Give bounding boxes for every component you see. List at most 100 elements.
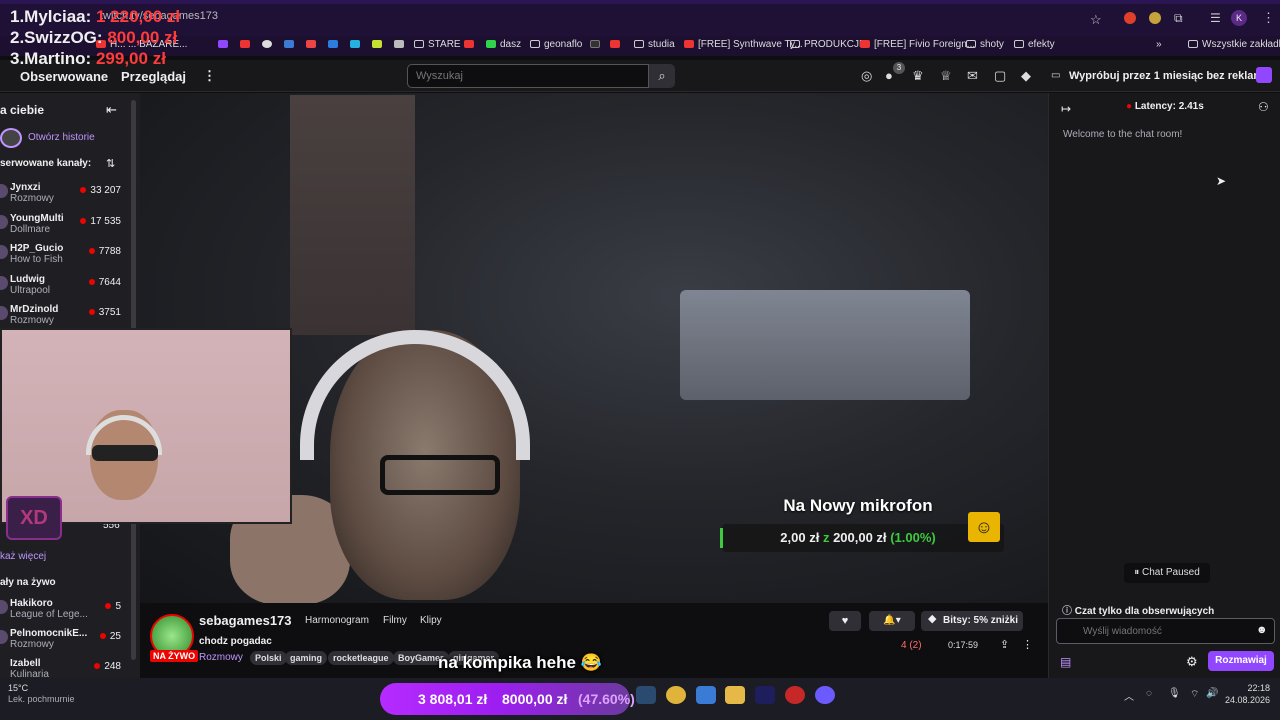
share-icon[interactable]: ⇪ <box>1000 638 1009 651</box>
sidebar-channel[interactable]: Jynxzi Rozmowy 33 207 <box>0 182 135 204</box>
monitor-icon[interactable]: ▭ <box>1051 70 1060 81</box>
search-icon[interactable]: ⌕ <box>649 64 675 88</box>
send-button[interactable]: Rozmawiaj <box>1208 651 1274 671</box>
bookmark-icon[interactable] <box>590 39 604 50</box>
sidebar-channel[interactable]: Izabell Kulinaria 248 <box>10 658 135 678</box>
bookmark-icon[interactable] <box>464 39 478 50</box>
viewer-count: 7644 <box>89 277 121 288</box>
bookmark-folder[interactable]: efekty <box>1014 39 1055 50</box>
stories-avatar[interactable] <box>0 128 22 148</box>
kebab-menu-icon[interactable]: ⋮ <box>1262 10 1275 26</box>
donation-tally-overlay: 3 808,01 zł 8000,00 zł (47.60%) <box>380 683 635 715</box>
search-input[interactable] <box>407 64 649 88</box>
bookmark-icon[interactable] <box>610 39 624 50</box>
extension-icon[interactable] <box>1149 12 1161 24</box>
menu-icon[interactable]: ☰ <box>1210 11 1221 25</box>
sidebar-channel[interactable]: MrDzinold Rozmowy 3751 <box>0 304 135 326</box>
sidebar-channel[interactable]: H2P_Gucio How to Fish 7788 <box>0 243 135 265</box>
all-bookmarks-folder[interactable]: Wszystkie zakładki <box>1188 39 1280 50</box>
prime-trial-button[interactable]: Wypróbuj przez 1 miesiąc bez reklam <box>1069 70 1263 82</box>
bookmark-icon[interactable] <box>350 39 364 50</box>
bookmark-icon[interactable] <box>394 39 408 50</box>
bookmark-icon[interactable] <box>262 39 276 50</box>
microphone-icon[interactable]: 🎙 <box>1168 688 1181 699</box>
app-icon[interactable] <box>785 686 805 704</box>
tab-schedule[interactable]: Harmonogram <box>305 615 369 626</box>
chat-input[interactable] <box>1056 618 1275 644</box>
sort-icon[interactable]: ⇅ <box>106 157 115 170</box>
chevron-right-icon[interactable]: » <box>1156 39 1162 50</box>
premiere-icon[interactable] <box>755 686 775 704</box>
tray-chevron-icon[interactable]: ︿ <box>1124 688 1134 703</box>
bookmark-icon[interactable] <box>284 39 298 50</box>
tag[interactable]: gaming <box>285 651 328 665</box>
tally-percent: (47.60%) <box>578 691 635 707</box>
weather-temp[interactable]: 15°C <box>8 683 28 693</box>
video-scene-door <box>290 95 415 335</box>
bits-icon[interactable]: ◎ <box>861 68 872 84</box>
user-avatar[interactable] <box>1256 67 1272 83</box>
bookmark[interactable]: [FREE] Synthwave Ty... <box>684 39 803 50</box>
bookmark-icon[interactable] <box>240 39 254 50</box>
gem-icon[interactable]: ◆ <box>1021 68 1031 84</box>
collapse-chat-icon[interactable]: ↦ <box>1061 102 1071 116</box>
crown-icon[interactable]: ♕ <box>940 68 952 84</box>
gear-icon[interactable]: ⚙ <box>1186 654 1198 670</box>
open-stories-link[interactable]: Otwórz historie <box>28 132 95 143</box>
inbox-icon[interactable]: ✉ <box>967 68 978 84</box>
bookmark-folder[interactable]: shoty <box>966 39 1004 50</box>
notification-count: 3 <box>893 62 905 74</box>
bookmark-folder[interactable]: STARE <box>414 39 461 50</box>
profile-avatar[interactable]: K <box>1231 10 1247 26</box>
heart-icon[interactable]: ♥ <box>829 611 861 631</box>
clock-time[interactable]: 22:18 <box>1230 683 1270 693</box>
more-options-icon[interactable]: ⋮ <box>1022 638 1033 651</box>
chat-paused-button[interactable]: ⏸ Chat Paused <box>1124 563 1210 583</box>
discord-icon[interactable] <box>815 686 835 704</box>
tag[interactable]: rocketleague <box>328 651 394 665</box>
bookmark-icon[interactable] <box>218 39 232 50</box>
folder-icon[interactable] <box>725 686 745 704</box>
steam-icon[interactable] <box>636 686 656 704</box>
bookmark-folder[interactable]: PRODUKCJE <box>790 39 866 50</box>
bookmark-icon[interactable] <box>372 39 386 50</box>
bookmark[interactable]: dasz <box>486 39 521 50</box>
tab-videos[interactable]: Filmy <box>383 615 407 626</box>
leaderboard-row: 1.Mylciaa: 1 220,00 zł <box>10 7 181 26</box>
drops-icon[interactable]: ● <box>885 68 893 83</box>
show-more-link[interactable]: każ więcej <box>0 551 46 562</box>
star-icon[interactable]: ☆ <box>1090 12 1102 28</box>
sidebar-channel[interactable]: YoungMulti Dollmare 17 535 <box>0 213 135 235</box>
video-scene-printer <box>680 290 970 400</box>
notification-bell-icon[interactable]: 🔔▾ <box>869 611 915 631</box>
emote-icon[interactable]: ☻ <box>1256 624 1268 636</box>
whispers-icon[interactable]: ▢ <box>994 68 1006 84</box>
nav-browse[interactable]: Przeglądaj <box>121 69 186 84</box>
app-icon[interactable] <box>696 686 716 704</box>
bookmark-icon[interactable] <box>328 39 342 50</box>
category-link[interactable]: Rozmowy <box>199 652 243 663</box>
prime-icon[interactable]: ♛ <box>912 68 924 84</box>
tab-clips[interactable]: Klipy <box>420 615 442 626</box>
puzzle-icon[interactable]: ⧉ <box>1174 11 1183 26</box>
bookmark-folder[interactable]: studia <box>634 39 675 50</box>
volume-icon[interactable]: 🔊 <box>1206 688 1218 699</box>
sidebar-channel[interactable]: Ludwig Ultrapool 7644 <box>0 274 135 296</box>
sidebar-channel[interactable]: PelnomocnikE... Rozmowy 25 <box>0 628 135 650</box>
chrome-icon[interactable] <box>666 686 686 704</box>
sidebar-channel[interactable]: Hakikoro League of Lege... 5 <box>0 598 135 620</box>
leaderboard-row: 3.Martino: 299,00 zł <box>10 49 166 68</box>
bookmark-folder[interactable]: geonaflo <box>530 39 582 50</box>
more-icon[interactable]: ⋮ <box>203 68 216 84</box>
network-icon[interactable]: ⌔ <box>1190 688 1199 701</box>
tray-icon[interactable]: ◌ <box>1146 688 1152 699</box>
points-icon[interactable]: ▤ <box>1060 655 1071 669</box>
bookmark[interactable]: [FREE] Fivio Foreign... <box>860 39 975 50</box>
users-icon[interactable]: ⚇ <box>1258 100 1269 114</box>
nav-following[interactable]: Obserwowane <box>20 69 108 84</box>
extension-icon[interactable] <box>1124 12 1136 24</box>
gmail-icon[interactable] <box>306 39 320 50</box>
collapse-sidebar-icon[interactable]: ⇤ <box>106 102 117 118</box>
tag[interactable]: Polski <box>250 651 287 665</box>
channel-name[interactable]: sebagames173 <box>199 613 292 628</box>
